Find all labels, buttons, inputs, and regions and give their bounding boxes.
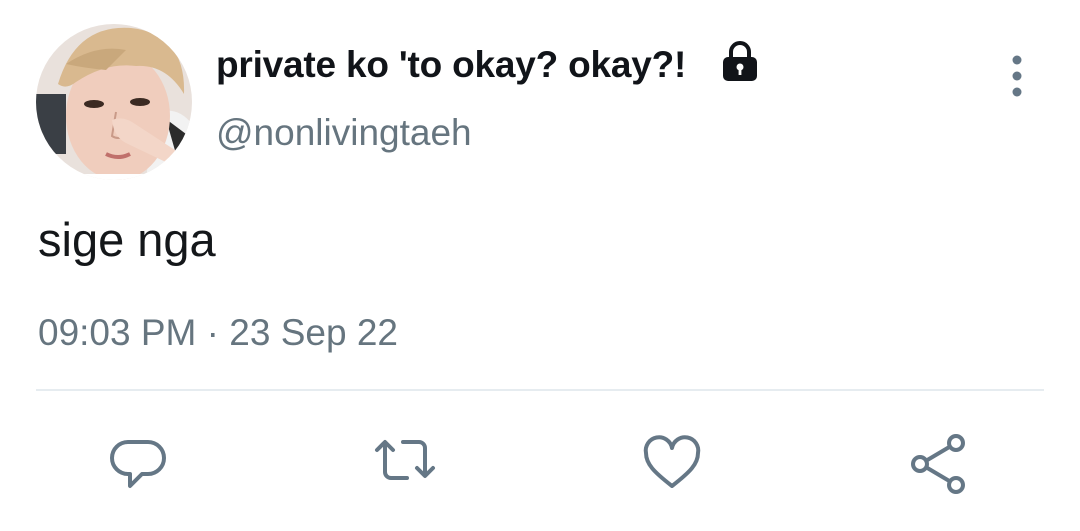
retweet-button[interactable]	[373, 432, 437, 496]
tweet-time: 09:03 PM	[38, 312, 197, 353]
timestamp-separator: ·	[206, 312, 219, 353]
tweet-text: sige nga	[38, 213, 216, 266]
tweet-timestamp[interactable]: 09:03 PM · 23 Sep 22	[38, 312, 398, 354]
avatar[interactable]	[36, 24, 192, 180]
divider	[36, 389, 1044, 391]
user-handle[interactable]: @nonlivingtaeh	[216, 112, 472, 154]
avatar-photo	[36, 24, 192, 180]
heart-icon	[643, 435, 701, 488]
share-icon	[911, 434, 965, 494]
retweet-icon	[375, 440, 435, 480]
vertical-ellipsis-icon[interactable]	[1004, 52, 1030, 102]
lock-icon	[723, 41, 757, 81]
share-button[interactable]	[906, 432, 970, 496]
like-button[interactable]	[640, 432, 704, 496]
tweet-date: 23 Sep 22	[229, 312, 398, 353]
speech-bubble-icon	[110, 440, 166, 488]
display-name[interactable]: private ko 'to okay? okay?!	[216, 44, 686, 86]
reply-button[interactable]	[108, 432, 172, 496]
